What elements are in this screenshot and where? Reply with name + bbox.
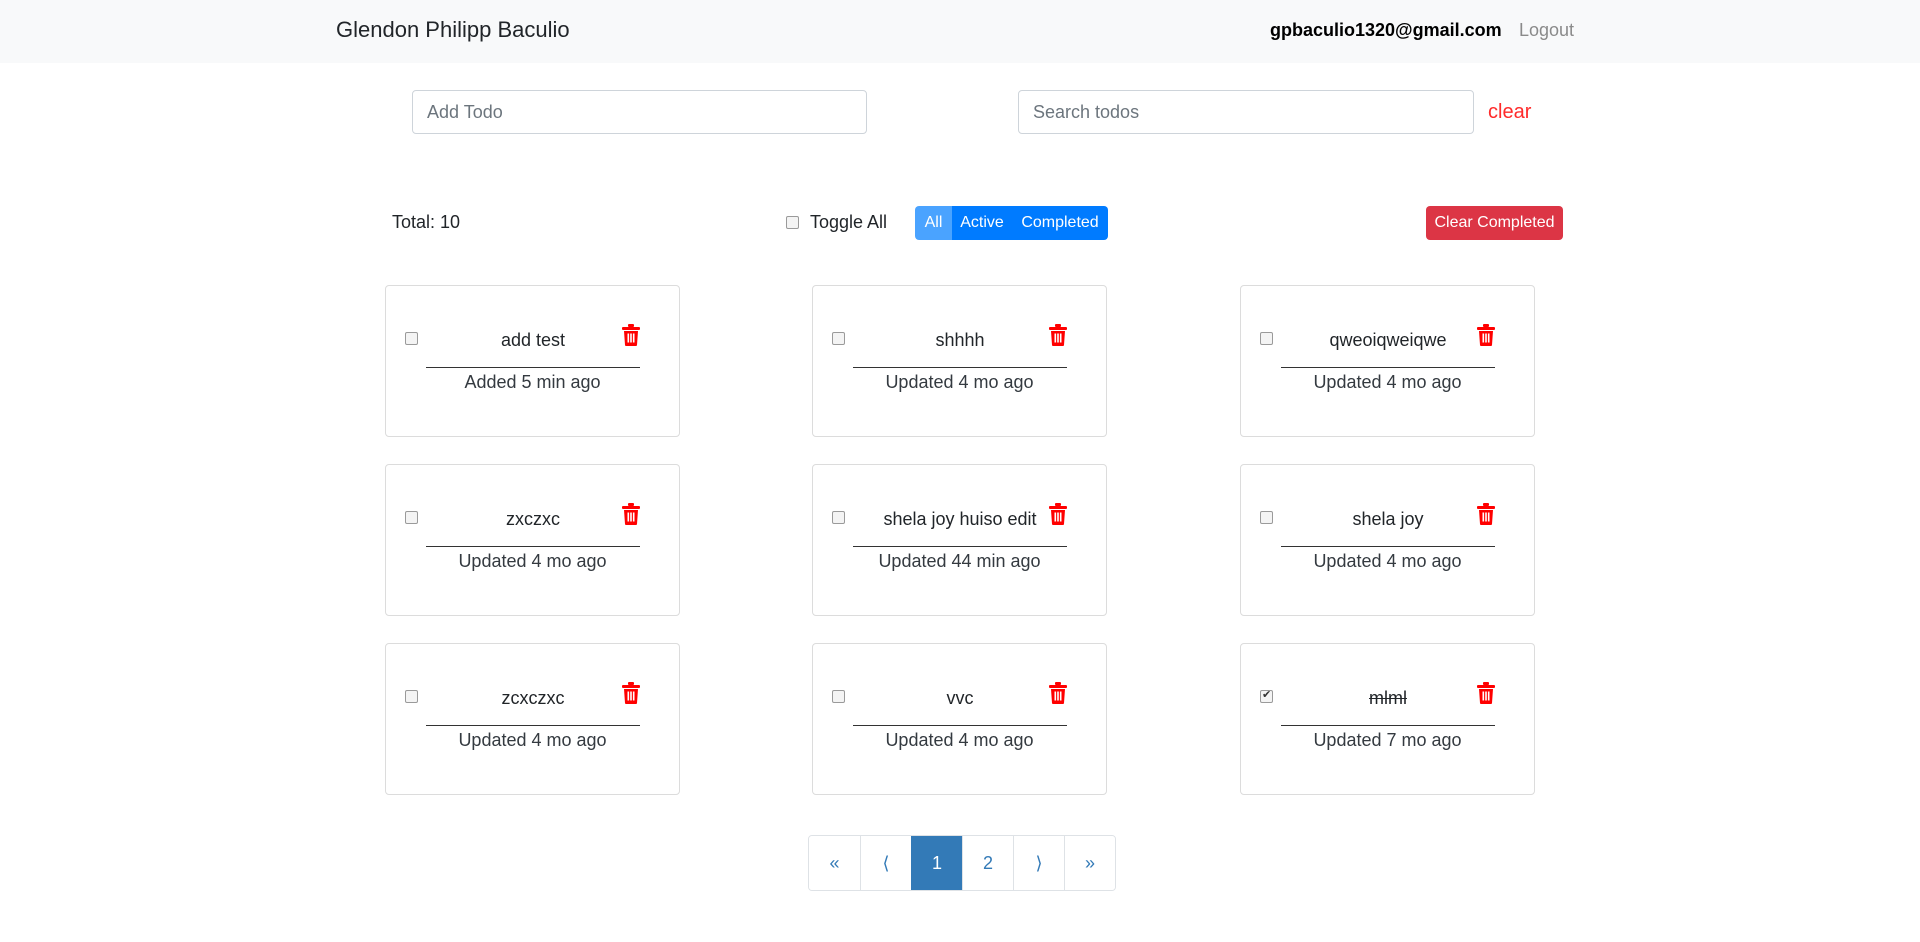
trash-icon[interactable]	[622, 324, 640, 346]
trash-icon[interactable]	[622, 503, 640, 525]
trash-icon[interactable]	[1477, 503, 1495, 525]
filter-active-button[interactable]: Active	[952, 206, 1012, 240]
todo-title[interactable]: shela joy huiso edit	[853, 509, 1067, 530]
todo-timestamp: Updated 4 mo ago	[1313, 551, 1462, 571]
todo-card: shela joy huiso edit Updated 44 min ago	[812, 464, 1107, 616]
todo-timestamp: Updated 44 min ago	[878, 551, 1041, 571]
todo-divider	[853, 725, 1067, 726]
todo-timestamp: Updated 4 mo ago	[458, 730, 607, 750]
todo-divider	[426, 725, 640, 726]
todo-timestamp: Added 5 min ago	[464, 372, 601, 392]
add-todo-input[interactable]	[412, 90, 867, 134]
todo-title[interactable]: mlml	[1281, 688, 1495, 709]
todo-checkbox[interactable]	[832, 511, 845, 524]
todo-title[interactable]: shela joy	[1281, 509, 1495, 530]
clear-search-link[interactable]: clear	[1488, 101, 1531, 124]
trash-icon[interactable]	[622, 682, 640, 704]
todo-divider	[1281, 546, 1495, 547]
todo-title[interactable]: shhhh	[853, 330, 1067, 351]
todo-title[interactable]: zcxczxc	[426, 688, 640, 709]
prev-page-button[interactable]: ⟨	[860, 836, 911, 890]
toggle-all-label: Toggle All	[810, 212, 888, 232]
clear-completed-button[interactable]: Clear Completed	[1426, 206, 1563, 240]
trash-icon[interactable]	[1477, 682, 1495, 704]
todo-card: zcxczxc Updated 4 mo ago	[385, 643, 680, 795]
page-2-button[interactable]: 2	[962, 836, 1013, 890]
last-page-button[interactable]: »	[1064, 836, 1115, 890]
todo-card: shela joy Updated 4 mo ago	[1240, 464, 1535, 616]
logout-link[interactable]: Logout	[1519, 20, 1574, 41]
todo-timestamp: Updated 4 mo ago	[885, 730, 1034, 750]
todo-checkbox[interactable]	[1260, 688, 1273, 703]
toggle-all[interactable]: Toggle All	[786, 212, 887, 233]
todo-timestamp: Updated 4 mo ago	[1313, 372, 1462, 392]
trash-icon[interactable]	[1049, 682, 1067, 704]
todo-checkbox[interactable]	[832, 332, 845, 345]
first-page-button[interactable]: «	[809, 836, 860, 890]
navbar: Glendon Philipp Baculio gpbaculio1320@gm…	[0, 0, 1920, 63]
todo-timestamp: Updated 4 mo ago	[885, 372, 1034, 392]
todo-checkbox[interactable]	[832, 690, 845, 703]
todo-card: add test Added 5 min ago	[385, 285, 680, 437]
trash-icon[interactable]	[1049, 324, 1067, 346]
todo-checkbox[interactable]	[405, 332, 418, 345]
trash-icon[interactable]	[1049, 503, 1067, 525]
filter-all-button[interactable]: All	[915, 206, 952, 240]
todo-divider	[426, 546, 640, 547]
todo-card: vvc Updated 4 mo ago	[812, 643, 1107, 795]
todo-timestamp: Updated 7 mo ago	[1313, 730, 1462, 750]
todo-card: zxczxc Updated 4 mo ago	[385, 464, 680, 616]
todo-card: qweoiqweiqwe Updated 4 mo ago	[1240, 285, 1535, 437]
todo-card: mlml Updated 7 mo ago	[1240, 643, 1535, 795]
page-1-button[interactable]: 1	[911, 836, 962, 890]
todo-divider	[853, 367, 1067, 368]
filter-button-group: All Active Completed	[915, 206, 1108, 240]
todo-checkbox[interactable]	[405, 690, 418, 703]
filter-completed-button[interactable]: Completed	[1012, 206, 1108, 240]
todo-divider	[1281, 725, 1495, 726]
todo-divider	[426, 367, 640, 368]
todo-title[interactable]: add test	[426, 330, 640, 351]
brand-title[interactable]: Glendon Philipp Baculio	[336, 17, 570, 43]
search-input[interactable]	[1018, 90, 1474, 134]
todo-divider	[1281, 367, 1495, 368]
todo-checkbox[interactable]	[1260, 332, 1273, 345]
todo-card: shhhh Updated 4 mo ago	[812, 285, 1107, 437]
total-count: Total: 10	[392, 212, 461, 232]
todo-title[interactable]: zxczxc	[426, 509, 640, 530]
user-email: gpbaculio1320@gmail.com	[1270, 20, 1502, 40]
todo-checkbox[interactable]	[1260, 511, 1273, 524]
toggle-all-checkbox[interactable]	[786, 216, 799, 229]
todo-title[interactable]: vvc	[853, 688, 1067, 709]
todo-title[interactable]: qweoiqweiqwe	[1281, 330, 1495, 351]
todo-divider	[853, 546, 1067, 547]
todo-checkbox[interactable]	[405, 511, 418, 524]
trash-icon[interactable]	[1477, 324, 1495, 346]
todo-timestamp: Updated 4 mo ago	[458, 551, 607, 571]
pagination: « ⟨ 1 2 ⟩ »	[808, 835, 1116, 891]
next-page-button[interactable]: ⟩	[1013, 836, 1064, 890]
